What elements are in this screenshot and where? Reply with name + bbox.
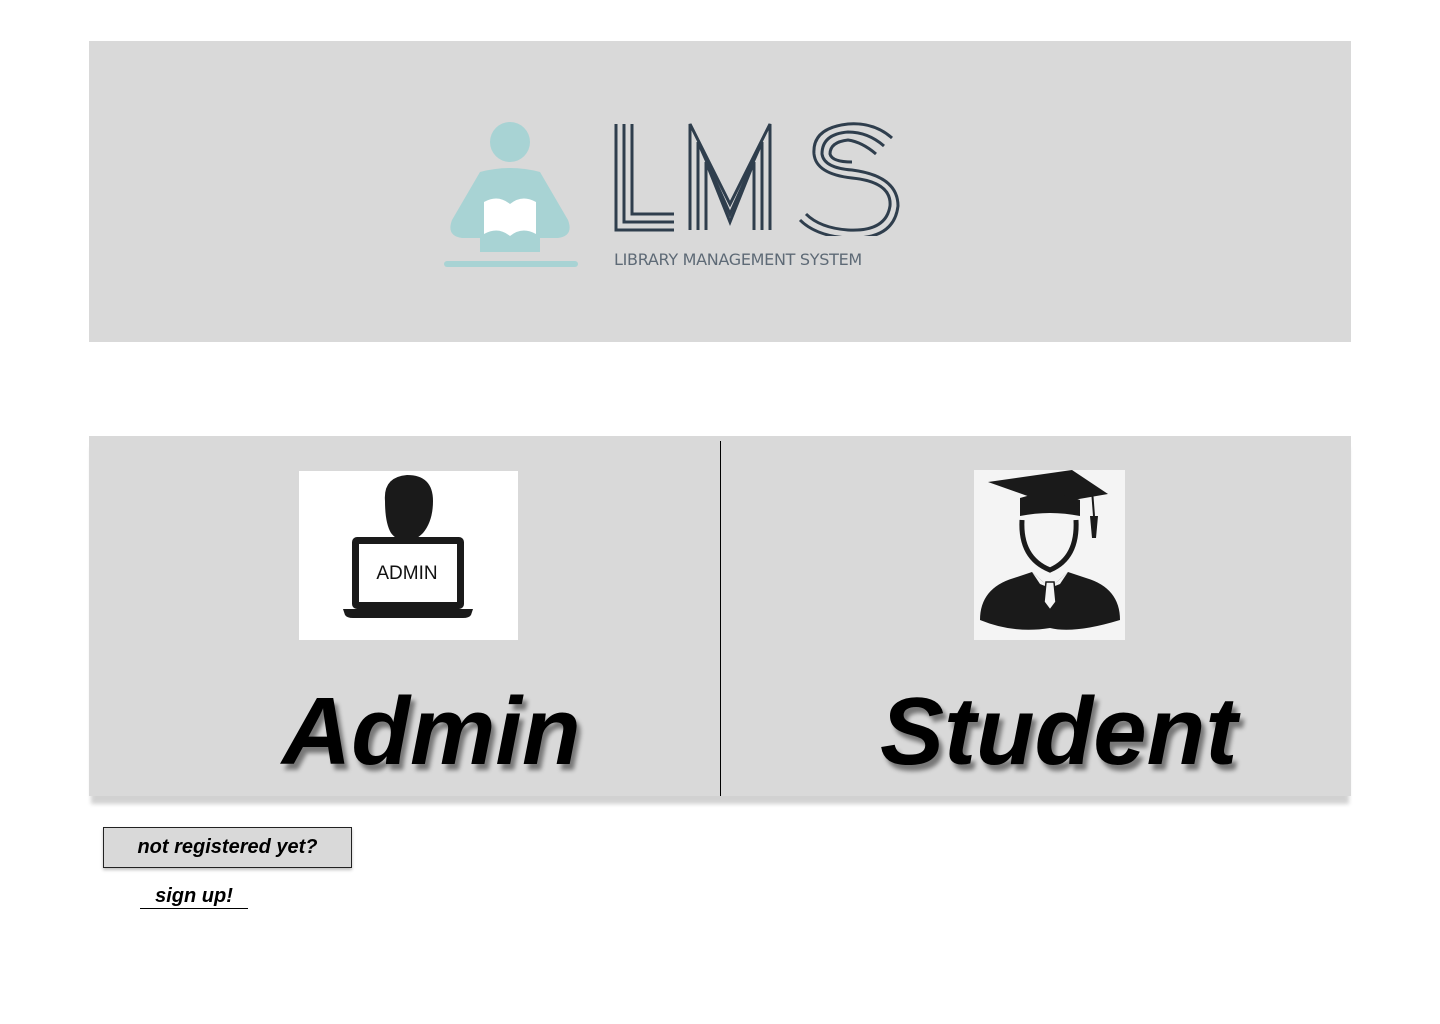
admin-title[interactable]: Admin xyxy=(282,684,581,780)
admin-laptop-icon[interactable] xyxy=(299,471,518,640)
role-divider xyxy=(720,441,721,796)
lms-logo-letters xyxy=(614,122,900,236)
sign-up-link[interactable]: sign up! xyxy=(140,885,248,909)
student-title[interactable]: Student xyxy=(880,684,1237,780)
logo-subtitle: LIBRARY MANAGEMENT SYSTEM xyxy=(614,250,862,269)
reader-icon xyxy=(444,122,578,267)
admin-screen-label: ADMIN xyxy=(376,563,438,584)
graduate-icon[interactable] xyxy=(974,470,1125,640)
not-registered-prompt: not registered yet? xyxy=(103,827,352,868)
